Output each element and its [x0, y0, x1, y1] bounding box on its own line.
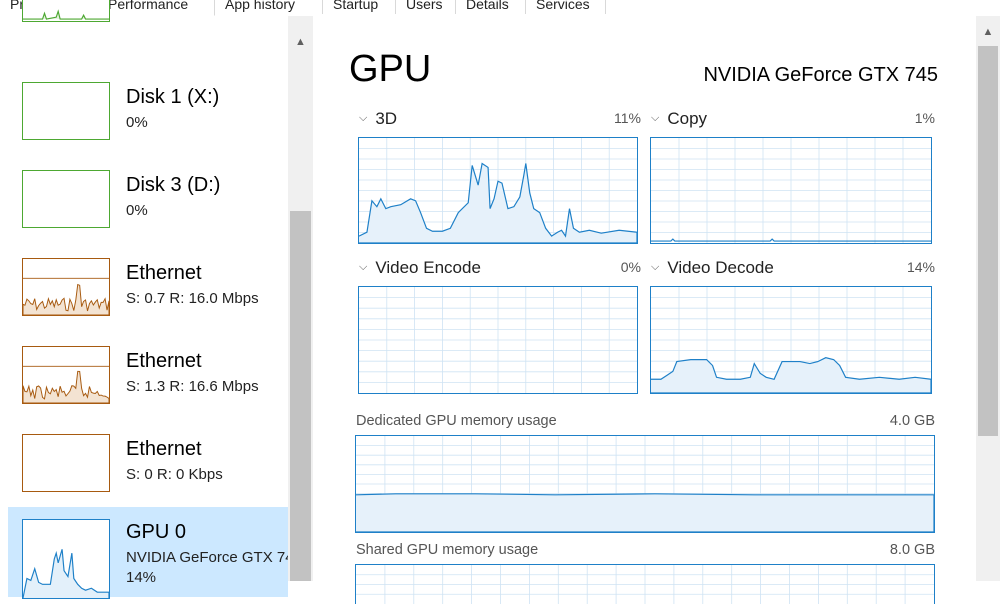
dedicated-memory-label: Dedicated GPU memory usage	[356, 413, 557, 429]
engine-copy-percent: 1%	[914, 110, 935, 126]
sidebar-item-label: GPU 0	[126, 521, 187, 543]
engine-3d-graph-svg	[359, 138, 637, 243]
receive-label: R:	[156, 466, 172, 483]
sidebar-item-device: NVIDIA GeForce GTX 745	[126, 549, 296, 566]
sidebar-item-disk-1[interactable]: Disk 1 (X:) 0%	[8, 72, 288, 160]
chevron-down-icon: ⌵	[359, 112, 368, 124]
tab-details[interactable]: Details	[456, 0, 526, 14]
sidebar-scrollbar-thumb[interactable]	[290, 211, 311, 581]
gpu-detail-pane: GPU NVIDIA GeForce GTX 745 ⌵ 3D 11% ⌵ Copy…	[313, 16, 976, 604]
receive-label: R:	[169, 378, 185, 395]
ethernet-thumbnail-graph	[22, 434, 110, 492]
engine-3d-graph	[358, 137, 638, 244]
gpu-thumbnail-graph	[22, 519, 110, 599]
engine-video-decode-graph	[650, 286, 932, 394]
shared-memory-value: 8.0 GB	[889, 542, 935, 558]
send-value: 0.7	[144, 290, 166, 307]
sidebar-item-label: Ethernet	[126, 438, 202, 460]
resource-sidebar: Disk 1 (X:) 0% Disk 3 (D:) 0% Ethernet S…	[0, 0, 313, 599]
chevron-down-icon: ⌵	[651, 112, 660, 124]
sidebar-item-throughput: S: 0 R: 0 Kbps	[126, 466, 223, 483]
chevron-down-icon: ⌵	[651, 261, 660, 273]
sidebar-item-throughput: S: 0.7 R: 16.0 Mbps	[126, 290, 259, 307]
sidebar-item-value: 0%	[126, 114, 148, 131]
chevron-down-icon: ⌵	[359, 261, 368, 273]
dedicated-memory-graph	[355, 435, 935, 533]
engine-video-encode-percent: 0%	[620, 259, 641, 275]
tab-startup[interactable]: Startup	[323, 0, 396, 14]
engine-video-encode-graph	[358, 286, 638, 394]
engine-selector-3d[interactable]: ⌵ 3D	[359, 109, 397, 129]
main-scrollbar-thumb[interactable]	[978, 46, 998, 436]
dedicated-memory-value: 4.0 GB	[889, 413, 935, 429]
engine-3d-percent: 11%	[614, 110, 641, 126]
engine-selector-copy[interactable]: ⌵ Copy	[651, 109, 707, 129]
sidebar-item-label: Disk 3 (D:)	[126, 174, 221, 196]
sidebar-item-partial[interactable]	[8, 0, 288, 42]
disk-thumbnail-graph	[22, 82, 110, 140]
sidebar-item-ethernet-3[interactable]: Ethernet S: 0 R: 0 Kbps	[8, 424, 288, 512]
sidebar-item-gpu-0[interactable]: GPU 0 NVIDIA GeForce GTX 745 14%	[8, 507, 296, 599]
ethernet-thumbnail-graph	[22, 258, 110, 316]
sidebar-item-label: Ethernet	[126, 262, 202, 284]
device-name: NVIDIA GeForce GTX 745	[703, 64, 938, 86]
sidebar-item-throughput: S: 1.3 R: 16.6 Mbps	[126, 378, 259, 395]
send-label: S:	[126, 290, 141, 307]
disk-thumbnail-graph	[22, 170, 110, 228]
sidebar-item-disk-3[interactable]: Disk 3 (D:) 0%	[8, 160, 288, 248]
tab-users[interactable]: Users	[396, 0, 456, 14]
receive-value: 16.6 Mbps	[188, 378, 259, 395]
scroll-up-arrow-icon[interactable]: ▲	[288, 36, 313, 52]
tab-services[interactable]: Services	[526, 0, 606, 14]
main-scrollbar[interactable]: ▲	[976, 16, 1000, 581]
sidebar-item-label: Disk 1 (X:)	[126, 86, 220, 108]
send-label: S:	[126, 466, 141, 483]
ethernet-thumbnail-graph	[22, 346, 110, 404]
engine-selector-video-encode[interactable]: ⌵ Video Encode	[359, 258, 481, 278]
send-value: 0	[144, 466, 153, 483]
disk-thumbnail-graph	[22, 0, 110, 22]
page-title: GPU	[349, 48, 432, 90]
send-label: S:	[126, 378, 141, 395]
sidebar-item-value: 0%	[126, 202, 148, 219]
engine-video-decode-percent: 14%	[906, 259, 935, 275]
shared-memory-label: Shared GPU memory usage	[356, 542, 539, 558]
sidebar-item-label: Ethernet	[126, 350, 202, 372]
engine-selector-video-decode[interactable]: ⌵ Video Decode	[651, 258, 774, 278]
sidebar-item-value: 14%	[126, 569, 157, 586]
sidebar-item-ethernet-1[interactable]: Ethernet S: 0.7 R: 16.0 Mbps	[8, 248, 288, 336]
receive-value: 16.0 Mbps	[188, 290, 259, 307]
sidebar-scrollbar[interactable]: ▲	[288, 16, 313, 581]
receive-label: R:	[169, 290, 185, 307]
sidebar-item-ethernet-2[interactable]: Ethernet S: 1.3 R: 16.6 Mbps	[8, 336, 288, 424]
engine-copy-graph	[650, 137, 932, 244]
shared-memory-graph	[355, 564, 935, 604]
receive-value: 0 Kbps	[176, 466, 223, 483]
scroll-up-arrow-icon[interactable]: ▲	[976, 26, 1000, 42]
send-value: 1.3	[144, 378, 166, 395]
